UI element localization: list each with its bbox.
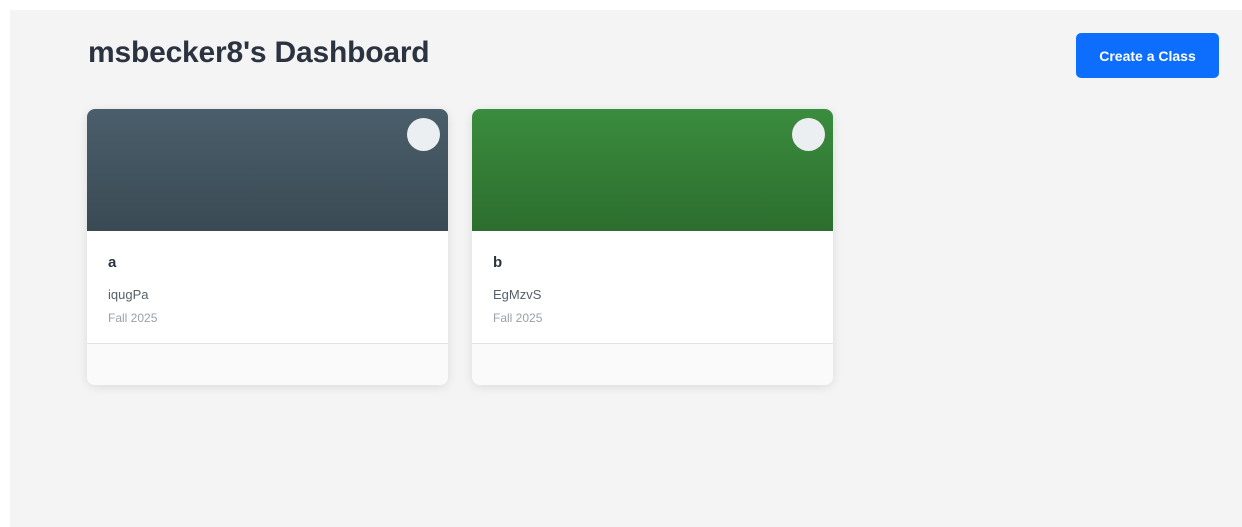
- class-card-body: b EgMzvS Fall 2025: [472, 231, 833, 344]
- class-card-banner: [87, 109, 448, 231]
- class-name: a: [108, 254, 117, 271]
- class-card-banner: [472, 109, 833, 231]
- avatar[interactable]: [792, 118, 825, 151]
- class-code: EgMzvS: [493, 287, 542, 302]
- class-term: Fall 2025: [493, 311, 543, 325]
- dashboard-page: msbecker8's Dashboard Create a Class a i…: [10, 10, 1242, 527]
- class-card-b[interactable]: b EgMzvS Fall 2025: [472, 109, 833, 385]
- class-card-footer: [87, 344, 448, 385]
- page-title: msbecker8's Dashboard: [88, 36, 430, 69]
- class-card-body: a iqugPa Fall 2025: [87, 231, 448, 344]
- class-card-footer: [472, 344, 833, 385]
- create-class-button[interactable]: Create a Class: [1076, 33, 1219, 78]
- class-card-a[interactable]: a iqugPa Fall 2025: [87, 109, 448, 385]
- avatar[interactable]: [407, 118, 440, 151]
- class-name: b: [493, 254, 503, 271]
- class-code: iqugPa: [108, 287, 149, 302]
- class-term: Fall 2025: [108, 311, 158, 325]
- dashboard-header: msbecker8's Dashboard Create a Class: [10, 10, 1242, 100]
